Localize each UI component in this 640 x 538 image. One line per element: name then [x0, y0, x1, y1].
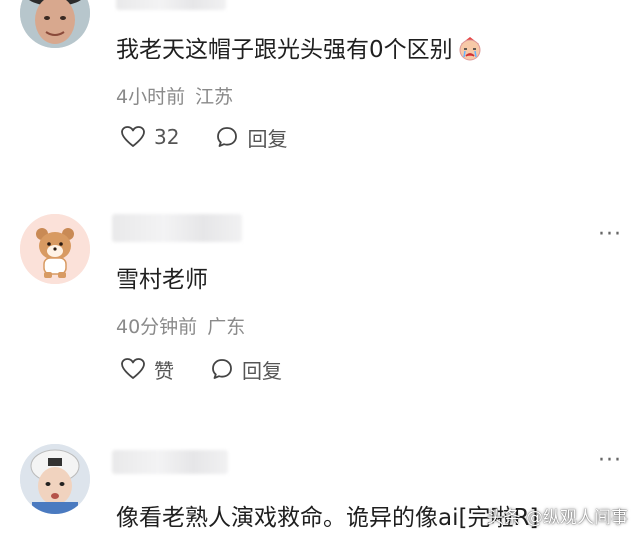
avatar-photo-icon: [20, 0, 90, 48]
comment-item: ··· 雪村老师 40分钟前 广东 赞 回复: [0, 200, 640, 420]
like-button[interactable]: 赞: [120, 355, 174, 384]
comment-meta: 40分钟前 广东: [116, 312, 245, 339]
comment-text: 像看老熟人演戏救命。诡异的像ai[完啦R]: [116, 505, 539, 531]
comment-time: 4小时前: [116, 86, 186, 108]
more-options-button[interactable]: ···: [598, 224, 622, 246]
username-redacted: [112, 214, 242, 242]
username-redacted: [112, 450, 228, 474]
reply-label: 回复: [247, 126, 288, 151]
comment-text: 我老天这帽子跟光头强有0个区别: [116, 30, 483, 67]
bear-avatar-icon: [20, 214, 90, 284]
username-redacted: [116, 0, 226, 10]
like-label: 赞: [154, 358, 174, 383]
avatar[interactable]: [20, 444, 90, 514]
heart-icon: [121, 358, 145, 379]
comment-actions: 32 回复: [120, 122, 323, 152]
reply-button[interactable]: 回复: [215, 123, 287, 152]
like-count: 32: [154, 125, 180, 149]
avatar-photo-icon: [20, 444, 90, 514]
comment-meta: 4小时前 江苏: [116, 82, 233, 109]
reply-button[interactable]: 回复: [210, 355, 282, 384]
comment-item: 我老天这帽子跟光头强有0个区别 4小时前 江苏 32 回复: [0, 0, 640, 200]
like-button[interactable]: 32: [120, 125, 179, 149]
comment-text: 雪村老师: [116, 267, 208, 293]
reply-bubble-icon: [212, 359, 232, 379]
watermark: 头条 @纵观人间事: [486, 508, 628, 528]
comment-actions: 赞 回复: [120, 354, 318, 384]
avatar[interactable]: [20, 214, 90, 284]
reply-bubble-icon: [217, 127, 238, 147]
sad-face-emoji-icon: [457, 35, 483, 67]
heart-icon: [121, 126, 145, 147]
avatar[interactable]: [20, 0, 90, 48]
comment-location: 江苏: [195, 86, 234, 108]
reply-label: 回复: [242, 358, 282, 383]
more-options-button[interactable]: ···: [598, 450, 622, 472]
comment-time: 40分钟前: [116, 316, 198, 338]
comment-location: 广东: [207, 316, 246, 338]
